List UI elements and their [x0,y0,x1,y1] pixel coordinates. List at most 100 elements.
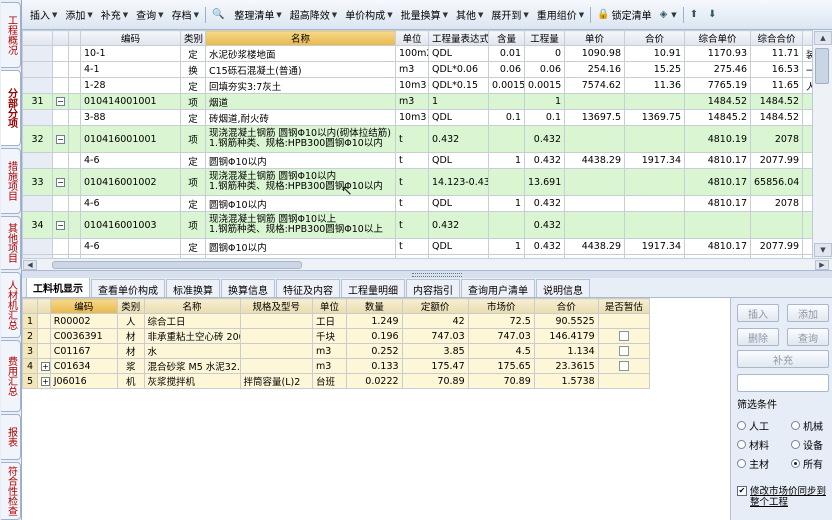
filter-radio-4[interactable]: 主材 [737,456,769,471]
cell-code[interactable]: 4-6 [80,195,181,212]
cell-content[interactable]: 0.1 [488,109,525,126]
toolbar-item-7[interactable]: 超高降效 ▼ [286,5,341,25]
cell-price[interactable] [564,211,625,239]
cell-qty[interactable]: 13.691 [524,168,565,196]
cell-name[interactable]: 综合工日 [143,313,241,329]
query-button[interactable]: 查询 [787,328,829,346]
cell-type[interactable]: 定 [180,45,206,62]
resource-header-8[interactable]: 合价 [533,298,599,314]
cell-comp_total[interactable]: 2077.99 [750,238,803,255]
supplement-button[interactable]: 补充 [737,350,829,368]
cell-type[interactable]: 材 [116,343,145,359]
cell-content[interactable]: 1 [488,152,525,169]
cell-comp_total[interactable]: 65856.04 [750,168,803,196]
cell-total[interactable]: 1917.34 [624,152,685,169]
estimate-checkbox[interactable] [618,331,629,341]
left-tab-1[interactable]: 分部分项 [1,70,21,146]
cell-unit[interactable]: t [395,125,429,153]
cell-spec[interactable] [239,313,313,329]
row-number[interactable] [22,109,53,126]
tab-3[interactable]: 换算信息 [221,279,275,297]
row-number[interactable] [22,195,53,212]
cell-total[interactable]: 15.25 [624,61,685,78]
cell-comp_total[interactable]: 1484.52 [750,93,803,110]
cell-type[interactable]: 换 [180,61,206,78]
tab-8[interactable]: 说明信息 [536,279,590,297]
cell-type[interactable]: 项 [180,125,206,153]
toolbar-item-4[interactable]: 存档 ▼ [168,5,203,25]
cell-unit_price[interactable]: 4810.17 [684,168,751,196]
cell-name[interactable]: 圆钢Φ10以内 [205,152,396,169]
cell-market[interactable]: 72.5 [467,313,535,329]
cell-unit[interactable]: m3 [311,358,348,374]
cell-name[interactable]: 水泥砂浆楼地面 [205,45,396,62]
cell-price[interactable]: 1090.98 [564,45,625,62]
left-tab-3[interactable]: 其他项目 [1,216,21,270]
cell-extra[interactable] [802,152,812,169]
cell-spec[interactable] [239,343,313,359]
cell-type[interactable]: 项 [180,168,206,196]
tab-0[interactable]: 工料机显示 [26,278,90,297]
toolbar-item-6[interactable]: 整理清单 ▼ [230,5,285,25]
cell-total[interactable]: 23.3615 [533,358,599,374]
cell-price[interactable]: 13697.5 [564,109,625,126]
cell-unit[interactable]: m3 [395,61,429,78]
cell-expr[interactable]: QDL [428,238,489,255]
header-col-1[interactable]: 类别 [180,30,206,46]
horizontal-scrollbar[interactable]: ◀ ▶ [22,258,832,270]
cell-total[interactable]: 90.5525 [533,313,599,329]
cell-total[interactable]: 1917.34 [624,238,685,255]
cell-expr[interactable]: QDL [428,45,489,62]
add-button[interactable]: 添加 [787,304,829,322]
row-number[interactable] [22,77,53,94]
cell-unit[interactable]: m3 [395,93,429,110]
resource-row[interactable]: 3 C01167 材水 m3 0.252 3.85 4.5 1.134 [22,343,651,359]
cell-code[interactable]: C0036391 [49,328,118,344]
cell-comp_total[interactable]: 11.65 [750,77,803,94]
cell-expr[interactable]: QDL [428,152,489,169]
cell-name[interactable]: 非承重粘土空心砖 200 [143,328,241,344]
cell-expr[interactable]: QDL*0.06 [428,61,489,78]
cell-expr[interactable]: 0.432 [428,125,489,153]
cell-unit[interactable]: 100m2 [395,45,429,62]
collapse-icon[interactable]: − [56,134,65,144]
cell-comp_total[interactable] [750,211,803,239]
cell-comp_total[interactable]: 16.53 [750,61,803,78]
resource-row[interactable]: 1 R00002 人综合工日 工日 1.249 42 72.5 90.5525 [22,313,651,329]
bill-row[interactable]: 10-1定水泥砂浆楼地面100m2QDL0.0101090.9810.91117… [22,45,812,62]
cell-total[interactable]: 1.134 [533,343,599,359]
resource-row[interactable]: 4 + C01634 浆混合砂浆 M5 水泥32.5 m3 0.133 175.47 175.… [22,358,651,374]
cell-extra[interactable] [802,211,812,239]
cell-unit_price[interactable] [684,211,751,239]
filter-radio-3[interactable]: 设备 [791,437,823,452]
estimate-checkbox[interactable] [618,361,629,371]
cell-name[interactable]: 现浇混凝土钢筋 圆钢Φ10以上 1.钢筋种类、规格:HPB300圆钢Φ10以上 [205,211,396,239]
cell-market[interactable]: 70.89 [467,373,535,389]
header-col-2[interactable]: 名称 [205,30,396,46]
toolbar-item-15[interactable]: ⬆ [686,5,704,25]
cell-unit[interactable]: 工日 [311,313,348,329]
tree-cell[interactable]: − [52,211,69,239]
cell-type[interactable]: 定 [180,238,206,255]
cell-total[interactable] [624,211,685,239]
row-number[interactable]: 5 [22,373,38,389]
cell-code[interactable]: 4-1 [80,61,181,78]
radio-icon[interactable] [737,421,746,430]
cell-name[interactable]: 烟道 [205,93,396,110]
expand-cell[interactable]: + [36,373,51,389]
cell-name[interactable]: 回填夯实3:7灰土 [205,77,396,94]
cell-code[interactable]: 4-6 [80,238,181,255]
cell-est[interactable] [597,313,651,329]
cell-content[interactable]: 0.01 [488,45,525,62]
resource-row[interactable]: 2 C0036391 材非承重粘土空心砖 200 千块 0.196 747.03 747.0… [22,328,651,344]
collapse-icon[interactable]: − [56,97,65,106]
cell-est[interactable] [597,358,651,374]
filter-radio-1[interactable]: 机械 [791,418,823,433]
cell-content[interactable]: 0.0015 [488,77,525,94]
collapse-icon[interactable]: − [56,177,65,187]
cell-est[interactable] [597,343,651,359]
radio-icon[interactable] [791,440,800,449]
cell-total[interactable] [624,125,685,153]
toolbar-item-14[interactable]: ◈ ▼ [656,5,681,25]
cell-qty[interactable]: 0.0015 [524,77,565,94]
